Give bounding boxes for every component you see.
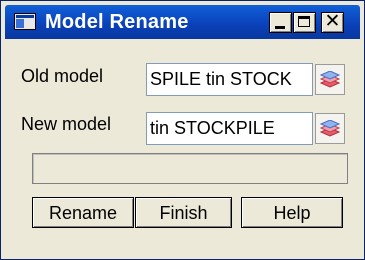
finish-button[interactable]: Finish xyxy=(135,197,232,228)
title-bar[interactable]: Model Rename ✕ xyxy=(5,5,360,39)
progress-bar xyxy=(32,153,348,184)
old-model-picker-button[interactable] xyxy=(315,64,345,95)
model-rename-dialog: Model Rename ✕ Old model SPILE tin STOCK… xyxy=(0,0,365,260)
window-title: Model Rename xyxy=(45,11,189,33)
close-icon: ✕ xyxy=(324,11,341,32)
new-model-label: New model xyxy=(21,114,112,134)
rename-button[interactable]: Rename xyxy=(32,197,134,228)
close-button[interactable]: ✕ xyxy=(321,11,344,33)
old-model-input[interactable]: SPILE tin STOCK xyxy=(146,63,313,96)
old-model-label: Old model xyxy=(21,66,104,86)
app-icon[interactable] xyxy=(14,13,36,30)
help-button[interactable]: Help xyxy=(241,197,343,228)
new-model-input[interactable]: tin STOCKPILE xyxy=(146,112,313,145)
new-model-picker-button[interactable] xyxy=(315,113,345,144)
layers-icon xyxy=(320,120,340,137)
layers-icon xyxy=(320,71,340,88)
maximize-icon xyxy=(298,16,310,27)
maximize-button[interactable] xyxy=(293,12,316,33)
minimize-icon xyxy=(275,26,285,29)
minimize-button[interactable] xyxy=(269,12,292,33)
